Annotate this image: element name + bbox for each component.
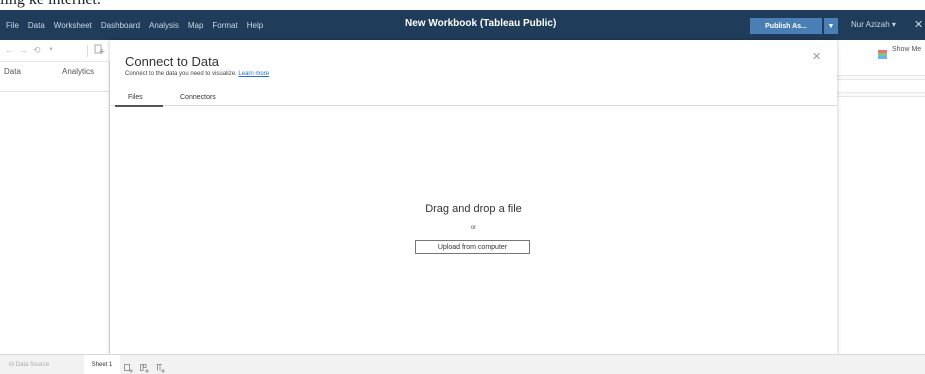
arrow-left-icon[interactable]: ←	[5, 45, 14, 55]
left-panel-tabs: Data Analytics	[0, 62, 110, 92]
new-worksheet-icon[interactable]	[124, 360, 133, 373]
drop-zone-or: or	[470, 225, 477, 231]
dialog-tabs: Files Connectors	[110, 88, 837, 107]
statusbar: ⛁ Data Source Sheet 1	[0, 354, 925, 374]
close-icon[interactable]: ✕	[812, 50, 821, 63]
toolbar: ← → ⟲ ▼	[0, 40, 110, 62]
new-datasource-icon[interactable]	[94, 44, 105, 57]
new-dashboard-icon[interactable]	[140, 360, 149, 373]
menu-dashboard[interactable]: Dashboard	[101, 21, 140, 30]
arrow-right-icon[interactable]: →	[19, 45, 28, 55]
menu-format[interactable]: Format	[212, 21, 237, 30]
toolbar-divider	[87, 45, 88, 57]
redo-icon[interactable]: ⟲	[33, 45, 41, 56]
sheet-tab[interactable]: Sheet 1	[84, 355, 120, 374]
chevron-down-icon[interactable]: ▼	[48, 47, 54, 53]
window-title: New Workbook (Tableau Public)	[405, 18, 557, 29]
tab-files[interactable]: Files	[128, 94, 143, 101]
data-source-tab[interactable]: ⛁ Data Source	[9, 361, 49, 368]
app-close-icon[interactable]: ✕	[914, 18, 923, 31]
show-me-icon[interactable]	[878, 46, 887, 59]
dialog-subtitle: Connect to the data you need to visualiz…	[125, 71, 269, 77]
show-me-button[interactable]: Show Me	[892, 46, 921, 53]
data-source-label: Data Source	[15, 362, 50, 368]
rows-shelf	[836, 92, 925, 97]
document-text: ling ke internet.	[0, 0, 101, 9]
right-toolbar: Show Me	[836, 40, 925, 62]
columns-shelf	[836, 75, 925, 80]
menu-map[interactable]: Map	[188, 21, 204, 30]
menu-worksheet[interactable]: Worksheet	[54, 21, 92, 30]
document-strip: ling ke internet.	[0, 0, 925, 10]
dialog-title: Connect to Data	[125, 54, 219, 69]
upload-from-computer-button[interactable]: Upload from computer	[415, 240, 530, 254]
menu-data[interactable]: Data	[28, 21, 45, 30]
tab-analytics[interactable]: Analytics	[62, 67, 94, 76]
publish-as-button[interactable]: Publish As...	[750, 18, 822, 34]
menu-help[interactable]: Help	[247, 21, 263, 30]
menubar: File Data Worksheet Dashboard Analysis M…	[0, 10, 925, 40]
menu-file[interactable]: File	[6, 21, 19, 30]
tab-connectors[interactable]: Connectors	[180, 94, 216, 101]
dialog-subtitle-text: Connect to the data you need to visualiz…	[125, 71, 237, 77]
database-icon: ⛁	[9, 362, 16, 368]
new-story-icon[interactable]	[156, 360, 165, 373]
file-drop-zone[interactable]: Drag and drop a file or Upload from comp…	[110, 107, 837, 354]
menu-analysis[interactable]: Analysis	[149, 21, 179, 30]
connect-to-data-dialog: Connect to Data ✕ Connect to the data yo…	[110, 40, 837, 354]
left-panel: Data Analytics	[0, 62, 110, 354]
user-menu[interactable]: Nur Azizah ▾	[851, 20, 896, 29]
drop-zone-title: Drag and drop a file	[425, 203, 522, 215]
tab-data[interactable]: Data	[4, 67, 21, 76]
learn-more-link[interactable]: Learn more	[238, 71, 269, 77]
publish-dropdown-button[interactable]: ▼	[824, 18, 838, 34]
menu-items: File Data Worksheet Dashboard Analysis M…	[6, 10, 272, 40]
